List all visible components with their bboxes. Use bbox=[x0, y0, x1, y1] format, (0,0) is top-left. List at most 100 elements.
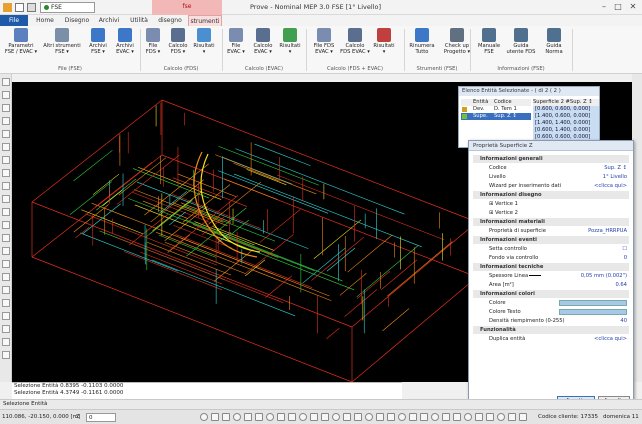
tool-icon[interactable] bbox=[2, 286, 10, 294]
tool-icon[interactable] bbox=[2, 325, 10, 333]
snap-tool-icon[interactable] bbox=[310, 413, 318, 421]
tool-icon[interactable] bbox=[2, 104, 10, 112]
property-row[interactable]: Setta controllo ☐ bbox=[473, 245, 629, 253]
ribbon-button-10[interactable]: File FDS EVAC ▾ bbox=[311, 28, 337, 55]
ribbon-button-9[interactable]: Risultati ▾ bbox=[278, 28, 302, 55]
snap-tool-icon[interactable] bbox=[277, 413, 285, 421]
undo-icon[interactable] bbox=[27, 3, 36, 12]
snap-tool-icon[interactable] bbox=[200, 413, 208, 421]
snap-tool-icon[interactable] bbox=[354, 413, 362, 421]
tool-icon[interactable] bbox=[2, 169, 10, 177]
snap-tool-icon[interactable] bbox=[288, 413, 296, 421]
table-row[interactable]: Dev. D. Tem 1 bbox=[461, 106, 531, 113]
snap-tool-icon[interactable] bbox=[464, 413, 472, 421]
ribbon-button-11[interactable]: Calcolo FDS EVAC ▾ bbox=[340, 28, 370, 55]
snap-tool-icon[interactable] bbox=[211, 413, 219, 421]
ribbon-button-7[interactable]: File EVAC ▾ bbox=[226, 28, 246, 55]
tool-icon[interactable] bbox=[2, 117, 10, 125]
tool-icon[interactable] bbox=[2, 273, 10, 281]
ribbon-button-1[interactable]: Altri strumenti FSE ▾ bbox=[42, 28, 82, 55]
tab-context-disegno[interactable]: disegno bbox=[153, 15, 187, 26]
z-field[interactable]: 0 bbox=[86, 413, 116, 422]
property-row[interactable]: Spessore Linea 0,05 mm (0.002") bbox=[473, 272, 629, 280]
snap-tool-icon[interactable] bbox=[266, 413, 274, 421]
snap-tool-icon[interactable] bbox=[409, 413, 417, 421]
tab-file[interactable]: File bbox=[0, 15, 28, 26]
tool-icon[interactable] bbox=[2, 156, 10, 164]
tool-icon[interactable] bbox=[2, 182, 10, 190]
tool-icon[interactable] bbox=[2, 299, 10, 307]
ribbon-button-14[interactable]: Check up Progetto ▾ bbox=[440, 28, 474, 55]
property-row[interactable]: Fondo via controllo 0 bbox=[473, 254, 629, 262]
snap-tool-icon[interactable] bbox=[365, 413, 373, 421]
table-row-selected[interactable]: Supe. Sup. Z ↕ bbox=[461, 113, 531, 120]
minimize-button[interactable]: – bbox=[598, 2, 610, 13]
snap-tool-icon[interactable] bbox=[475, 413, 483, 421]
tool-icon[interactable] bbox=[2, 221, 10, 229]
tool-icon[interactable] bbox=[2, 234, 10, 242]
ribbon-button-0[interactable]: Parametri FSE / EVAC ▾ bbox=[3, 28, 39, 55]
ribbon-button-8[interactable]: Calcolo EVAC ▾ bbox=[250, 28, 276, 55]
snap-tool-icon[interactable] bbox=[508, 413, 516, 421]
ribbon-button-6[interactable]: Risultati ▾ bbox=[192, 28, 216, 55]
snap-tool-icon[interactable] bbox=[431, 413, 439, 421]
property-row[interactable]: Livello 1° Livello bbox=[473, 173, 629, 181]
snap-tool-icon[interactable] bbox=[497, 413, 505, 421]
property-row[interactable]: Area [m²] 0.64 bbox=[473, 281, 629, 289]
snap-tool-icon[interactable] bbox=[486, 413, 494, 421]
tool-icon[interactable] bbox=[2, 260, 10, 268]
tool-icon[interactable] bbox=[2, 351, 10, 359]
property-row[interactable]: ⊞ Vertice 1 bbox=[473, 200, 629, 208]
snap-tool-icon[interactable] bbox=[343, 413, 351, 421]
property-row[interactable]: ⊞ Vertice 2 bbox=[473, 209, 629, 217]
snap-tool-icon[interactable] bbox=[387, 413, 395, 421]
property-row[interactable]: Densità riempimento (0-255) 40 bbox=[473, 317, 629, 325]
tab-archivi[interactable]: Archivi bbox=[95, 15, 123, 26]
snap-tool-icon[interactable] bbox=[442, 413, 450, 421]
snap-tool-icon[interactable] bbox=[453, 413, 461, 421]
property-row[interactable]: Codice Sup. Z ↕ bbox=[473, 164, 629, 172]
tool-icon[interactable] bbox=[2, 78, 10, 86]
ribbon-button-16[interactable]: Guida utente FDS bbox=[506, 28, 536, 55]
tab-home[interactable]: Home bbox=[33, 15, 57, 26]
snap-tool-icon[interactable] bbox=[420, 413, 428, 421]
tool-icon[interactable] bbox=[2, 312, 10, 320]
snap-tool-icon[interactable] bbox=[321, 413, 329, 421]
close-button[interactable]: ✕ bbox=[627, 2, 639, 13]
property-row[interactable]: Wizard per inserimento dati <clicca qui> bbox=[473, 182, 629, 190]
snap-tool-icon[interactable] bbox=[244, 413, 252, 421]
ribbon-button-5[interactable]: Calcolo FDS ▾ bbox=[165, 28, 191, 55]
color-swatch[interactable] bbox=[559, 300, 627, 306]
property-row[interactable]: Colore bbox=[473, 299, 629, 307]
tab-context-strumenti[interactable]: strumenti bbox=[188, 15, 222, 26]
snap-tool-icon[interactable] bbox=[519, 413, 527, 421]
snap-tool-icon[interactable] bbox=[299, 413, 307, 421]
snap-tool-icon[interactable] bbox=[376, 413, 384, 421]
tool-icon[interactable] bbox=[2, 130, 10, 138]
save-icon[interactable] bbox=[15, 3, 24, 12]
tool-icon[interactable] bbox=[2, 208, 10, 216]
snap-tool-icon[interactable] bbox=[255, 413, 263, 421]
ribbon-button-3[interactable]: Archivi EVAC ▾ bbox=[112, 28, 138, 55]
snap-tool-icon[interactable] bbox=[332, 413, 340, 421]
ribbon-button-17[interactable]: Guida Norma bbox=[540, 28, 568, 55]
property-row[interactable]: Proprietà di superficie Pozza_HRRPUA bbox=[473, 227, 629, 235]
ribbon-button-15[interactable]: Manuale FSE bbox=[476, 28, 502, 55]
ribbon-button-13[interactable]: Rinumera Tutto bbox=[408, 28, 436, 55]
tool-icon[interactable] bbox=[2, 195, 10, 203]
ribbon-button-2[interactable]: Archivi FSE ▾ bbox=[86, 28, 110, 55]
maximize-button[interactable]: □ bbox=[612, 2, 624, 13]
ribbon-button-4[interactable]: File FDS ▾ bbox=[143, 28, 163, 55]
command-line[interactable]: Selezione Entità bbox=[0, 399, 642, 409]
property-row[interactable]: Colore Testo bbox=[473, 308, 629, 316]
tab-disegno[interactable]: Disegno bbox=[62, 15, 92, 26]
tool-icon[interactable] bbox=[2, 143, 10, 151]
color-swatch[interactable] bbox=[559, 309, 627, 315]
snap-tool-icon[interactable] bbox=[222, 413, 230, 421]
ribbon-button-12[interactable]: Risultati ▾ bbox=[372, 28, 396, 55]
tool-icon[interactable] bbox=[2, 91, 10, 99]
tool-icon[interactable] bbox=[2, 247, 10, 255]
snap-tool-icon[interactable] bbox=[233, 413, 241, 421]
snap-tool-icon[interactable] bbox=[398, 413, 406, 421]
tab-utilita[interactable]: Utilità bbox=[126, 15, 152, 26]
